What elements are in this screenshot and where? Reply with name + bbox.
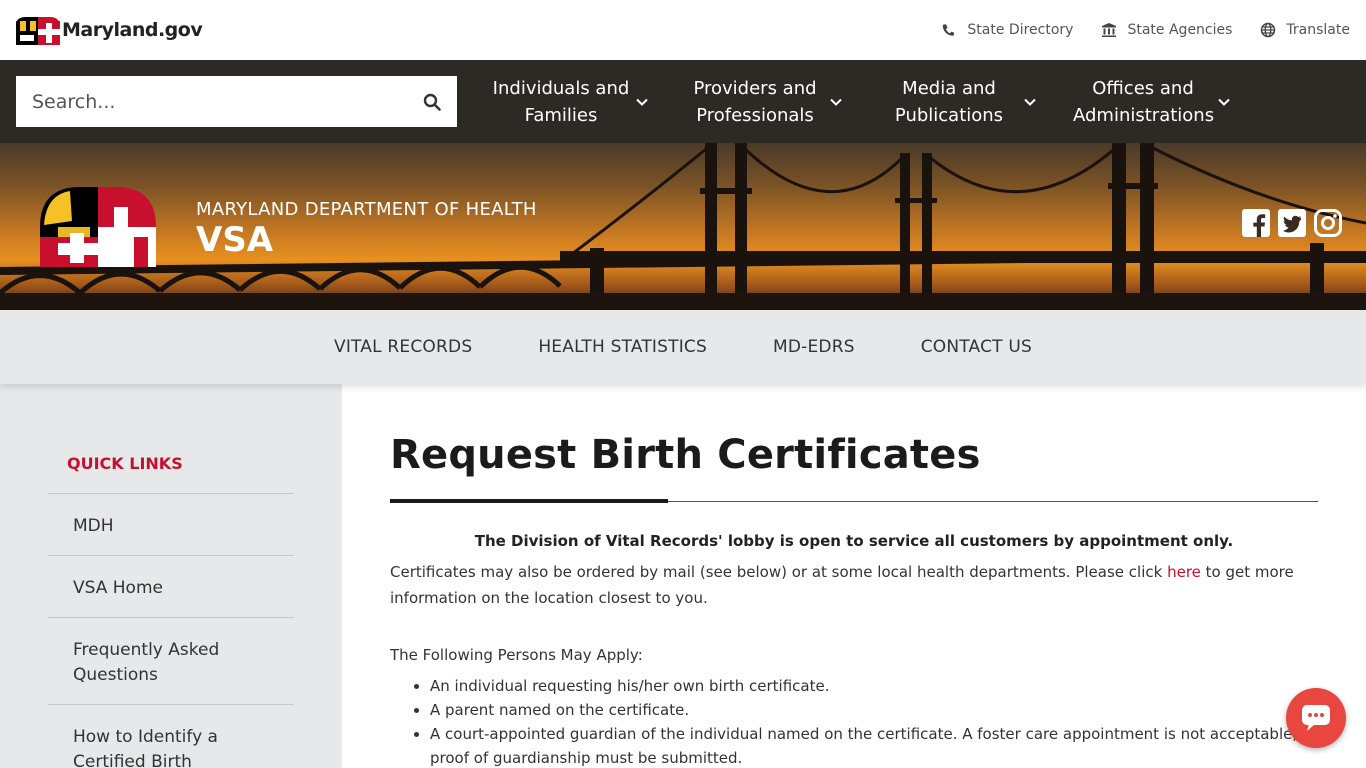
menu-label-line: Professionals bbox=[696, 104, 814, 126]
sidebar-item-mdh[interactable]: MDH bbox=[48, 494, 294, 556]
department-unit: VSA bbox=[196, 220, 274, 260]
ordering-text: Certificates may also be ordered by mail… bbox=[390, 563, 1168, 581]
mdh-shield-logo bbox=[40, 187, 156, 267]
menu-media-publications[interactable]: Media and Publications bbox=[879, 75, 1073, 129]
phone-icon bbox=[943, 24, 955, 36]
state-directory-link[interactable]: State Directory bbox=[941, 22, 1073, 38]
translate-link[interactable]: Translate bbox=[1260, 22, 1350, 38]
chevron-down-icon bbox=[830, 98, 842, 106]
menu-label-line: Media and bbox=[902, 77, 996, 99]
menu-label-line: Administrations bbox=[1073, 104, 1215, 126]
sidebar: QUICK LINKS MDH VSA Home Frequently Aske… bbox=[0, 384, 342, 768]
section-nav: VITAL RECORDS HEALTH STATISTICS MD-EDRS … bbox=[0, 310, 1366, 384]
maryland-flag-icon bbox=[16, 17, 60, 45]
eligible-applicants-list: An individual requesting his/her own bir… bbox=[390, 674, 1318, 768]
twitter-icon[interactable] bbox=[1278, 209, 1306, 237]
list-item: A parent named on the certificate. bbox=[430, 698, 1318, 722]
menu-individuals-families[interactable]: Individuals and Families bbox=[491, 75, 685, 129]
menu-label-line: Offices and bbox=[1092, 77, 1194, 99]
here-link[interactable]: here bbox=[1167, 563, 1201, 581]
subnav-vital-records[interactable]: VITAL RECORDS bbox=[334, 337, 472, 357]
social-links bbox=[1242, 209, 1342, 237]
subnav-md-edrs[interactable]: MD-EDRS bbox=[773, 337, 855, 357]
mega-menu: Individuals and Families Providers and Pro… bbox=[491, 75, 1267, 129]
logo-text: Maryland.gov bbox=[62, 19, 203, 41]
search-input[interactable] bbox=[32, 90, 392, 113]
utility-links: State Directory State Agencies Translate bbox=[941, 22, 1350, 38]
instagram-icon[interactable] bbox=[1314, 209, 1342, 237]
department-title: MARYLAND DEPARTMENT OF HEALTH VSA bbox=[196, 199, 537, 260]
page-title: Request Birth Certificates bbox=[390, 432, 981, 478]
ordering-paragraph: Certificates may also be ordered by mail… bbox=[390, 559, 1318, 611]
menu-offices-administrations[interactable]: Offices and Administrations bbox=[1073, 75, 1267, 129]
lobby-notice: The Division of Vital Records' lobby is … bbox=[474, 532, 1234, 550]
title-divider bbox=[390, 499, 1318, 503]
search-icon[interactable] bbox=[423, 93, 441, 111]
facebook-icon[interactable] bbox=[1242, 209, 1270, 237]
chat-button[interactable] bbox=[1286, 688, 1346, 748]
maryland-gov-logo[interactable]: Maryland.gov bbox=[16, 15, 203, 45]
chat-bubble-icon bbox=[1302, 705, 1330, 731]
building-icon bbox=[1102, 23, 1117, 37]
chevron-down-icon bbox=[1024, 98, 1036, 106]
translate-label: Translate bbox=[1286, 22, 1350, 38]
menu-label-line: Publications bbox=[894, 104, 1004, 126]
menu-label: Offices and Administrations bbox=[1073, 75, 1215, 129]
main-content: Request Birth Certificates The Division … bbox=[342, 384, 1366, 768]
list-item: An individual requesting his/her own bir… bbox=[430, 674, 1318, 698]
chevron-down-icon bbox=[1218, 98, 1230, 106]
state-directory-label: State Directory bbox=[967, 22, 1074, 38]
eligible-applicants-heading: The Following Persons May Apply: bbox=[390, 646, 643, 664]
menu-label: Providers and Professionals bbox=[685, 75, 825, 129]
list-item: A court-appointed guardian of the indivi… bbox=[430, 722, 1318, 768]
hero-banner: MARYLAND DEPARTMENT OF HEALTH VSA bbox=[0, 143, 1366, 310]
menu-label-line: Individuals and bbox=[492, 77, 630, 99]
sidebar-item-identify-certified-birth[interactable]: How to Identify a Certified Birth bbox=[48, 705, 294, 768]
top-bar: Maryland.gov State Directory State Agenc… bbox=[0, 0, 1366, 60]
department-name: MARYLAND DEPARTMENT OF HEALTH bbox=[196, 199, 537, 220]
menu-label-line: Providers and bbox=[693, 77, 817, 99]
page-content: QUICK LINKS MDH VSA Home Frequently Aske… bbox=[0, 384, 1366, 768]
menu-label: Individuals and Families bbox=[491, 75, 631, 129]
state-agencies-label: State Agencies bbox=[1127, 22, 1233, 38]
sidebar-item-faq[interactable]: Frequently Asked Questions bbox=[48, 618, 294, 705]
main-nav: Individuals andFamilies Providers andPro… bbox=[0, 60, 1366, 143]
search-box bbox=[16, 76, 457, 127]
globe-icon bbox=[1261, 22, 1276, 38]
chevron-down-icon bbox=[636, 98, 648, 106]
menu-providers-professionals[interactable]: Providers and Professionals bbox=[685, 75, 879, 129]
menu-label-line: Families bbox=[524, 104, 598, 126]
subnav-health-statistics[interactable]: HEALTH STATISTICS bbox=[538, 337, 707, 357]
quick-links-heading: QUICK LINKS bbox=[48, 446, 294, 494]
state-agencies-link[interactable]: State Agencies bbox=[1101, 22, 1232, 38]
subnav-contact-us[interactable]: CONTACT US bbox=[921, 337, 1032, 357]
menu-label: Media and Publications bbox=[879, 75, 1019, 129]
sidebar-item-vsa-home[interactable]: VSA Home bbox=[48, 556, 294, 618]
